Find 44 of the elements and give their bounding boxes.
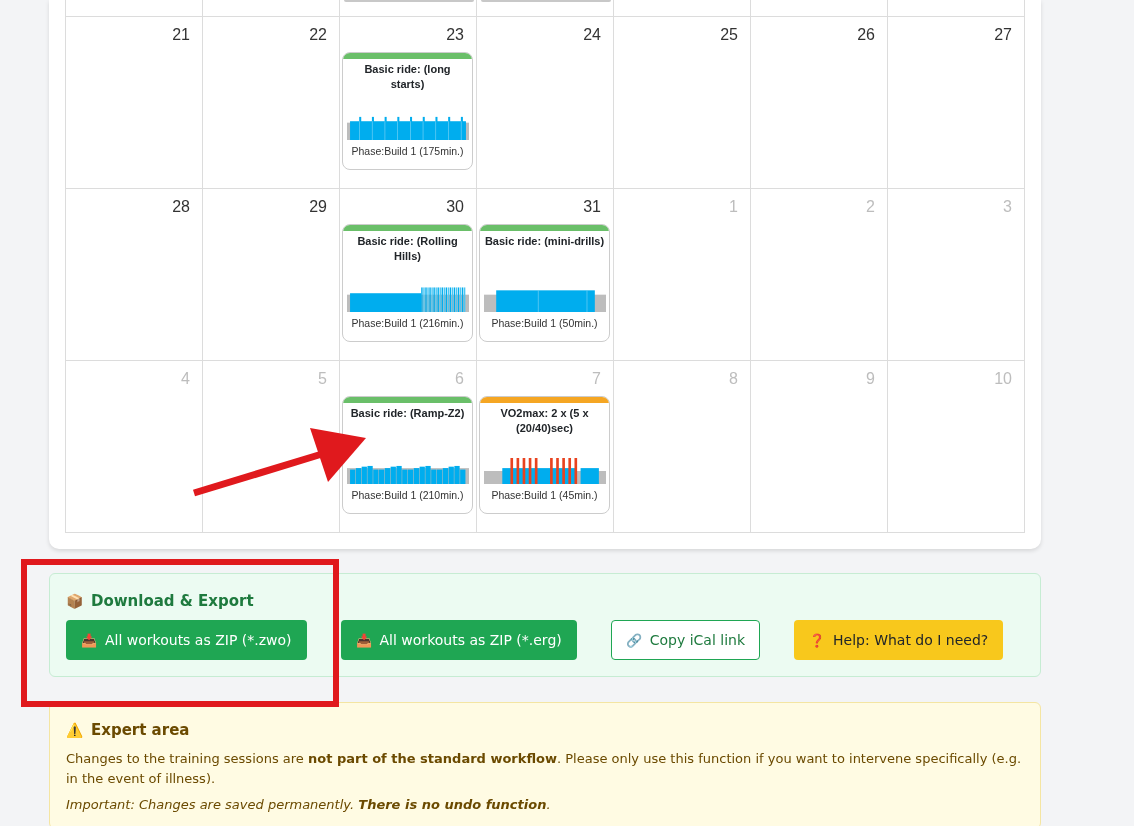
day-number: 21 [172,25,190,45]
day-number: 1 [729,197,738,217]
day-number: 2 [866,197,875,217]
phase-label: Phase:Build 1 (175min.) [351,145,464,157]
export-button[interactable]: 🔗 Copy iCal link [610,620,761,660]
workout-title: Basic ride: (long starts) [363,62,452,92]
workout-title: Basic ride: (Rolling Hills) [356,234,459,264]
day-number: 27 [994,25,1012,45]
day-number: 3 [1003,197,1012,217]
workout-card[interactable]: Basic ride: (Ramp-Z2) Phase:Build 1 (210min.) [342,396,473,514]
workout-title: Basic ride: (mini-drills) [483,234,606,249]
panel-title: Expert area [91,721,190,739]
workout-card[interactable]: Basic ride: (Rolling Hills) Phase:Build 1 (216min.) [342,224,473,342]
day-number: 23 [446,25,464,45]
day-number: 8 [729,369,738,389]
day-number: 26 [857,25,875,45]
package-icon: 📦 [66,593,83,609]
workout-title: VO2max: 2 x (5 x (20/40)sec) [499,406,590,436]
phase-label: Phase:Build 1 (50min.) [491,317,598,329]
day-number: 9 [866,369,875,389]
day-number: 29 [309,197,327,217]
day-number: 10 [994,369,1012,389]
day-number: 4 [181,369,190,389]
workout-card[interactable]: VO2max: 2 x (5 x (20/40)sec) Phase:Build 1 (45min.) [479,396,610,514]
expert-description: Changes to the training sessions are not part of the standard workflow. Please only use this function if you want to intervene specifically (e.g. in the event of illness). [66,750,1023,788]
expert-note: Important: Changes are saved permanently. There is no undo function. [66,797,552,812]
workout-card[interactable]: Basic ride: (long starts) Phase:Build 1 (175min.) [342,52,473,170]
warning-icon: ⚠ [66,722,83,738]
phase-label: Phase:Build 1 (210min.) [351,489,464,501]
phase-label: Phase:Build 1 (45min.) [491,489,598,501]
panel-title: Download & Export [91,592,254,610]
day-number: 6 [455,369,464,389]
day-number: 22 [309,25,327,45]
workout-title: Basic ride: (Ramp-Z2) [349,406,466,421]
export-button[interactable]: ❓ Help: What do I need? [794,620,1004,660]
day-number: 7 [592,369,601,389]
day-number: 31 [583,197,601,217]
day-number: 30 [446,197,464,217]
day-number: 5 [318,369,327,389]
day-number: 25 [720,25,738,45]
phase-label: Phase:Build 1 (216min.) [351,317,464,329]
day-number: 28 [172,197,190,217]
workout-card[interactable]: Basic ride: (mini-drills) Phase:Build 1 (50min.) [479,224,610,342]
day-number: 24 [583,25,601,45]
